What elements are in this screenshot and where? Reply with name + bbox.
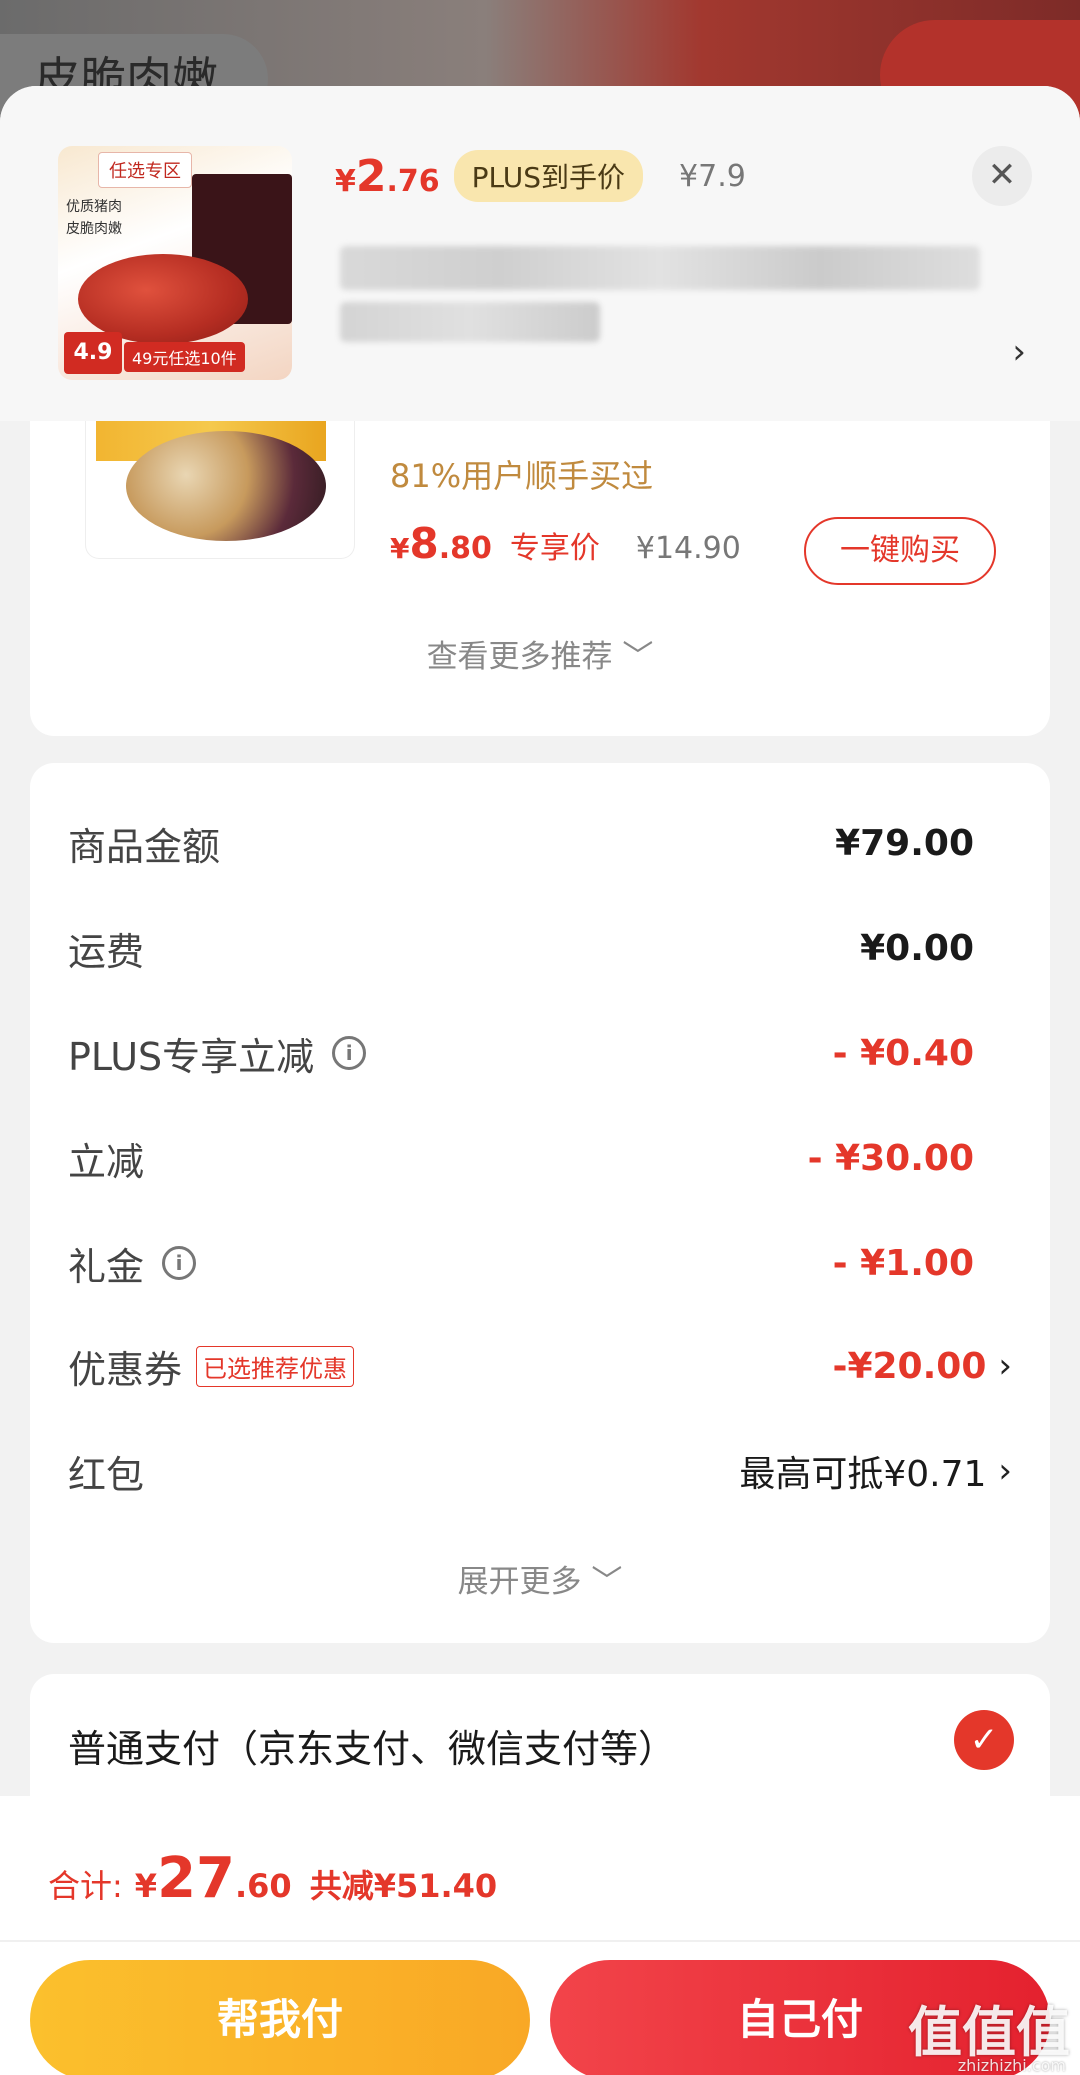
price-row: ¥2.76 PLUS到手价 ¥7.9 (335, 146, 746, 206)
chevron-right-icon: › (998, 1451, 1012, 1491)
checkout-sheet: 任选专区 优质猪肉 皮脆肉嫩 4.9 49元任选10件 ¥2.76 PLUS到手… (0, 86, 1080, 2075)
amount-label: 立减 (68, 1139, 145, 1184)
blurred-line-1 (340, 246, 980, 290)
info-icon[interactable]: i (332, 1036, 367, 1070)
amount-row-plus-discount: PLUS专享立减 i - ¥0.40 (68, 1013, 1012, 1093)
total-currency: ¥ (134, 1867, 158, 1905)
product-thumbnail[interactable]: 任选专区 优质猪肉 皮脆肉嫩 4.9 49元任选10件 (58, 146, 292, 380)
expand-more-link[interactable]: 展开更多 ﹀ (30, 1556, 1050, 1601)
one-click-buy-button[interactable]: 一键购买 (804, 517, 996, 585)
product-food-image (78, 254, 248, 344)
amount-label: 运费 (68, 929, 145, 974)
original-price: ¥7.9 (679, 158, 746, 194)
total-integer: 27 (157, 1846, 235, 1911)
more-recommendations-link[interactable]: 查看更多推荐 ﹀ (30, 631, 1050, 676)
total-decimal: .60 (235, 1867, 292, 1905)
payment-option-card[interactable]: 普通支付（京东支付、微信支付等） ✓ (30, 1674, 1050, 1814)
payment-option-label: 普通支付（京东支付、微信支付等） (68, 1727, 677, 1771)
recommendation-image[interactable] (85, 421, 355, 559)
plus-price-badge: PLUS到手价 (453, 150, 644, 202)
amount-label: 优惠券 (68, 1347, 183, 1392)
amount-value: -¥20.00 (832, 1345, 987, 1387)
blurred-line-2 (340, 302, 600, 342)
recommendation-price-row: ¥8.80 专享价 ¥14.90 (390, 519, 741, 568)
rec-price-integer: 8 (409, 519, 439, 568)
amount-row-red-packet[interactable]: 红包 最高可抵¥0.71 › (68, 1431, 1012, 1511)
rec-price-currency: ¥ (390, 532, 410, 565)
price-decimal: .76 (386, 163, 440, 199)
amount-value: ¥0.00 (860, 927, 974, 969)
exclusive-price-label: 专享价 (509, 531, 600, 566)
amount-label-wrap: 礼金 i (68, 1236, 197, 1291)
product-title-blurred[interactable] (340, 246, 1000, 346)
chevron-right-icon[interactable]: › (1012, 332, 1026, 372)
thumb-price-tag: 4.9 (64, 332, 122, 374)
thumb-line-2: 皮脆肉嫩 (66, 221, 122, 237)
price-currency: ¥ (335, 163, 356, 199)
product-price: ¥2.76 (335, 151, 440, 202)
amount-label-wrap: 优惠券 已选推荐优惠 (68, 1339, 355, 1394)
recommendation-bought-text: 81%用户顺手买过 (390, 457, 654, 495)
thumb-tag: 任选专区 (98, 152, 192, 188)
chevron-right-icon: › (998, 1346, 1012, 1386)
close-icon: ✕ (987, 155, 1017, 195)
total-label: 合计: (48, 1867, 123, 1905)
price-integer: 2 (355, 150, 387, 202)
amount-row-subtotal: 商品金额 ¥79.00 (68, 803, 1012, 883)
nut-food-image (126, 431, 326, 541)
recommended-coupon-badge: 已选推荐优惠 (196, 1345, 355, 1387)
thumb-deal-label: 49元任选10件 (124, 342, 245, 372)
product-header: 任选专区 优质猪肉 皮脆肉嫩 4.9 49元任选10件 ¥2.76 PLUS到手… (0, 86, 1080, 421)
amount-value: - ¥1.00 (832, 1242, 974, 1284)
recommendation-old-price: ¥14.90 (635, 531, 741, 566)
amount-row-instant-discount: 立减 - ¥30.00 (68, 1118, 1012, 1198)
recommendation-card: 81%用户顺手买过 ¥8.80 专享价 ¥14.90 一键购买 查看更多推荐 ﹀ (30, 421, 1050, 736)
amount-label: PLUS专享立减 (68, 1034, 315, 1079)
amount-label: 红包 (68, 1452, 145, 1497)
amount-value: - ¥30.00 (807, 1137, 974, 1179)
close-button[interactable]: ✕ (972, 146, 1032, 206)
rec-price-decimal: .80 (438, 531, 492, 566)
recommendation-price: ¥8.80 (390, 519, 492, 568)
amount-label: 礼金 (68, 1244, 145, 1289)
amount-breakdown-card: 商品金额 ¥79.00 运费 ¥0.00 PLUS专享立减 i - ¥0.40 … (30, 763, 1050, 1643)
amount-value: 最高可抵¥0.71 (739, 1454, 987, 1495)
help-me-pay-button[interactable]: 帮我付 (30, 1960, 530, 2075)
info-icon[interactable]: i (162, 1246, 197, 1280)
amount-label-wrap: PLUS专享立减 i (68, 1026, 367, 1081)
watermark-url: zhizhizhi.com (957, 2056, 1066, 2075)
total-saved: 共减¥51.40 (309, 1867, 498, 1905)
amount-row-shipping: 运费 ¥0.00 (68, 908, 1012, 988)
amount-row-gift-money: 礼金 i - ¥1.00 (68, 1223, 1012, 1303)
amount-label: 商品金额 (68, 824, 221, 869)
thumb-line-1: 优质猪肉 (66, 199, 122, 215)
amount-value: ¥79.00 (835, 822, 974, 864)
amount-value: - ¥0.40 (832, 1032, 974, 1074)
total-row: 合计: ¥ 27 .60 共减¥51.40 (48, 1846, 497, 1911)
checkout-footer: 合计: ¥ 27 .60 共减¥51.40 帮我付 自己付 值值值 zhizhi… (0, 1796, 1080, 2075)
amount-row-coupon[interactable]: 优惠券 已选推荐优惠 -¥20.00 › (68, 1326, 1012, 1406)
footer-divider (0, 1940, 1080, 1942)
checkmark-icon[interactable]: ✓ (954, 1710, 1014, 1770)
